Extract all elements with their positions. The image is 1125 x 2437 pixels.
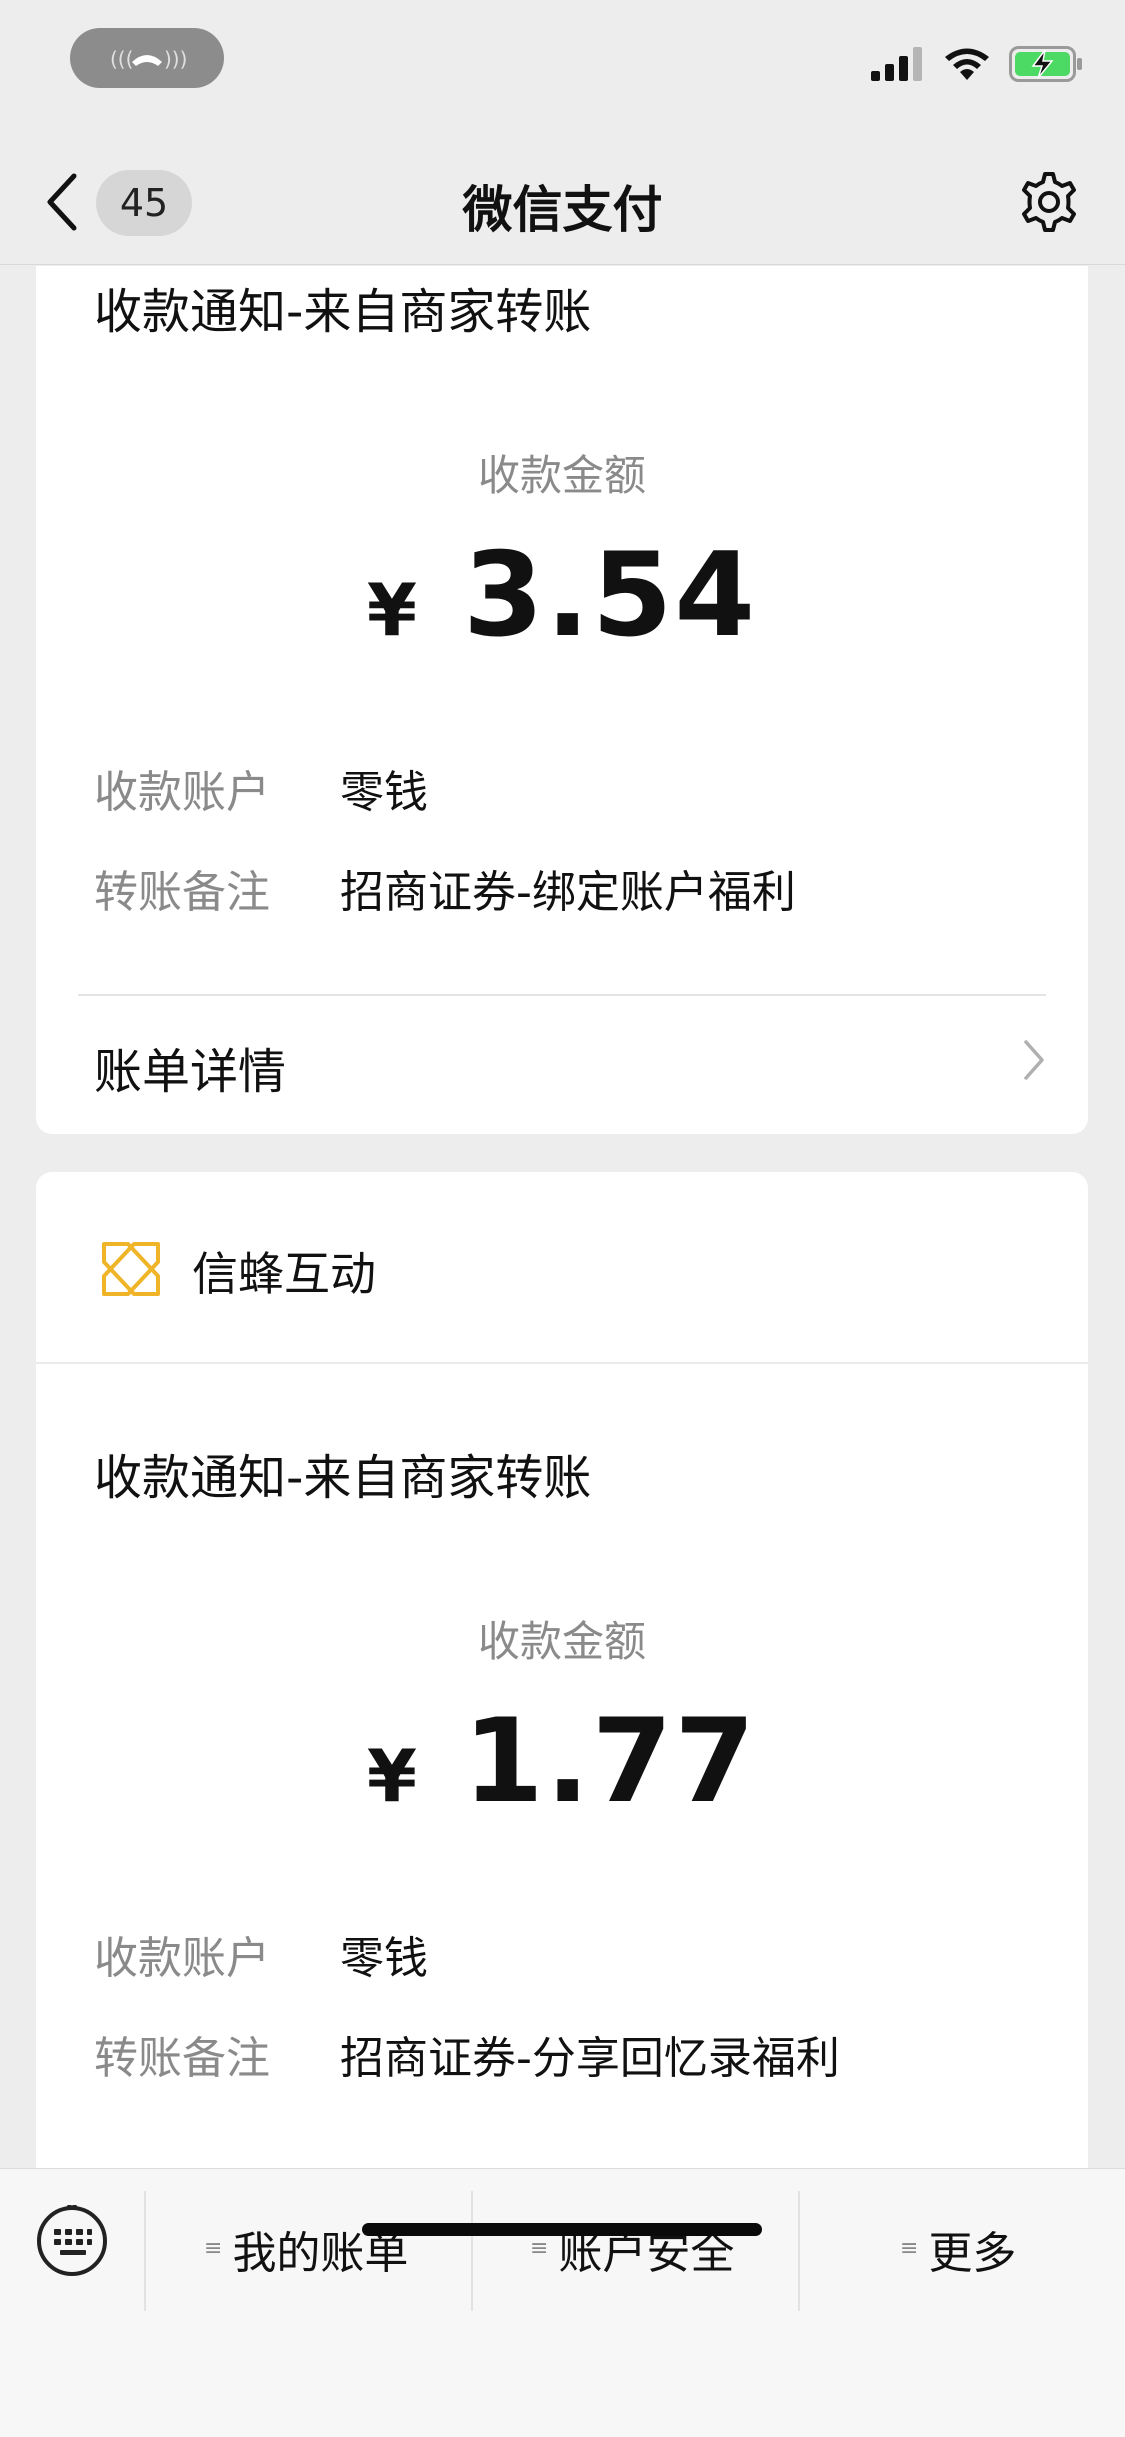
field-value: 招商证券-绑定账户福利	[340, 867, 796, 918]
amount: ¥ 3.54	[36, 528, 1088, 663]
amount-value: 1.77	[462, 1694, 758, 1829]
amount-label: 收款金额	[477, 1617, 646, 1666]
field-key: 转账备注	[94, 2033, 270, 2084]
currency-symbol: ¥	[366, 568, 417, 652]
field-row: 收款账户 零钱	[94, 756, 428, 820]
wifi-icon	[945, 48, 989, 80]
page-title: 微信支付	[462, 181, 663, 239]
home-indicator[interactable]	[362, 2223, 762, 2236]
field-key: 收款账户	[94, 767, 270, 818]
chevron-right-icon[interactable]	[1022, 1038, 1046, 1082]
bottom-menu-bar: ≡ 我的账单 ≡ 账户安全 ≡ 更多	[0, 2168, 1125, 2437]
separator	[471, 2191, 473, 2311]
currency-symbol: ¥	[366, 1734, 417, 1818]
payment-notification-card: 信蜂互动 收款通知-来自商家转账 收款金额 ¥ 1.77 收款账户 零钱 转账备…	[36, 1172, 1088, 2192]
field-row: 转账备注 招商证券-分享回忆录福利	[94, 2022, 840, 2086]
menu-icon: ≡	[530, 2236, 549, 2261]
field-key: 收款账户	[94, 1933, 270, 1984]
bill-details-link[interactable]: 账单详情	[94, 1032, 286, 1102]
status-bar: ((( )))	[0, 0, 1125, 140]
menu-icon: ≡	[900, 2236, 919, 2261]
menu-icon: ≡	[204, 2236, 223, 2261]
notification-title: 收款通知-来自商家转账	[94, 1450, 592, 1506]
gear-icon[interactable]	[1017, 170, 1081, 234]
field-value: 招商证券-分享回忆录福利	[340, 2033, 840, 2084]
merchant-logo-icon	[102, 1242, 160, 1296]
svg-text:))): )))	[164, 47, 187, 71]
menu-more[interactable]: ≡ 更多	[900, 2217, 1016, 2281]
cellular-signal-icon	[871, 47, 922, 81]
phone-call-icon: ((( )))	[110, 47, 187, 71]
call-in-progress-pill[interactable]: ((( )))	[70, 28, 224, 88]
amount-value: 3.54	[462, 528, 758, 663]
divider	[36, 1362, 1088, 1364]
amount-label: 收款金额	[477, 451, 646, 500]
field-value: 零钱	[340, 767, 428, 818]
notification-title: 收款通知-来自商家转账	[94, 284, 592, 340]
separator	[798, 2191, 800, 2311]
field-key: 转账备注	[94, 867, 270, 918]
divider	[78, 994, 1046, 996]
menu-label: 更多	[928, 2228, 1017, 2279]
separator	[144, 2191, 146, 2311]
field-row: 收款账户 零钱	[94, 1922, 428, 1986]
amount: ¥ 1.77	[36, 1694, 1088, 1829]
navigation-bar: 45 微信支付	[0, 140, 1125, 265]
keyboard-icon[interactable]	[36, 2205, 108, 2277]
svg-text:(((: (((	[110, 47, 133, 71]
field-value: 零钱	[340, 1933, 428, 1984]
merchant-name[interactable]: 信蜂互动	[192, 1238, 376, 1304]
battery-charging-icon	[1009, 46, 1082, 82]
payment-notification-card: 收款通知-来自商家转账 收款金额 ¥ 3.54 收款账户 零钱 转账备注 招商证…	[36, 266, 1088, 1134]
field-row: 转账备注 招商证券-绑定账户福利	[94, 856, 796, 920]
